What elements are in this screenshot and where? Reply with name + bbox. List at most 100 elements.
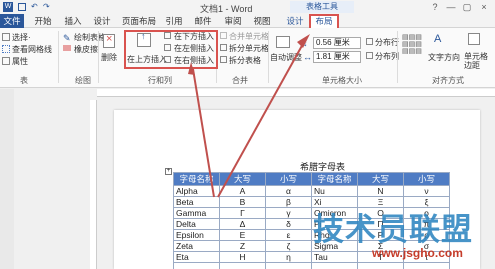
properties-button[interactable]: 属性 [12,56,28,67]
table-cell[interactable]: Γ [219,207,266,219]
table-cell[interactable]: Gamma [173,207,220,219]
table-cell[interactable]: A [219,185,266,197]
tab-design[interactable]: 设计 [89,14,115,28]
table-cell[interactable]: Δ [219,218,266,230]
table-cell[interactable]: B [219,196,266,208]
table-cell[interactable]: δ [265,218,312,230]
tab-review[interactable]: 审阅 [220,14,246,28]
tab-insert[interactable]: 插入 [60,14,86,28]
table-cell[interactable]: β [265,196,312,208]
view-gridlines-button[interactable]: 查看网格线 [12,44,52,55]
table-cell[interactable]: Tau [311,251,358,263]
distribute-cols-icon [366,52,373,59]
ribbon: 选择· 查看网格线 属性 表 ✎ 绘制表格 橡皮擦 绘图 × 删除 ↑ 在上方插… [0,28,495,88]
table-cell[interactable]: Z [219,240,266,252]
tab-mailings[interactable]: 邮件 [190,14,216,28]
word-logo-icon: W [3,2,13,12]
table-row [173,262,450,269]
table-tools-label: 表格工具 [290,1,354,13]
horizontal-ruler[interactable] [97,89,495,97]
alignment-grid-icon[interactable]: ▤▤▤ ▤▤▤ ▤▤▤ [402,34,426,56]
col-width-field[interactable]: 1.81 厘米 [313,51,361,63]
redo-icon[interactable]: ↷ [43,2,50,11]
split-cells-icon [220,44,227,51]
group-label-merge: 合并 [232,76,248,85]
split-cells-button[interactable]: 拆分单元格 [229,43,269,54]
autofit-button[interactable]: 自动调整 [270,52,302,63]
tab-table-design[interactable]: 设计 [282,14,308,28]
ribbon-separator [98,31,99,83]
table-cell[interactable]: Beta [173,196,220,208]
table-cell[interactable] [173,262,220,269]
row-height-field[interactable]: 0.56 厘米 [313,37,361,49]
tab-view[interactable]: 视图 [249,14,275,28]
group-label-rows-cols: 行和列 [148,76,172,85]
table-cell[interactable] [265,262,312,269]
merge-cells-icon [220,32,227,39]
tab-references[interactable]: 引用 [161,14,187,28]
table-cell[interactable]: ζ [265,240,312,252]
word-window: W ↶ ↷ 文档1 - Word 表格工具 ? — ▢ × 文件 开始 插入 设… [0,0,495,269]
table-cell[interactable] [357,262,404,269]
cell-margins-icon [468,33,480,45]
table-header-cell[interactable]: 字母名称 [173,172,220,186]
table-cell[interactable] [403,262,450,269]
autofit-icon [276,36,290,48]
delete-button[interactable]: 删除 [101,52,117,63]
table-cell[interactable] [219,262,266,269]
table-header-cell[interactable]: 大写 [219,172,266,186]
vertical-ruler[interactable] [90,100,97,269]
tab-table-layout[interactable]: 布局 [309,14,339,28]
table-header-cell[interactable]: 字母名称 [311,172,358,186]
split-table-button[interactable]: 拆分表格 [229,55,261,66]
table-row: Alpha Aα Nu Nν [173,185,450,197]
table-cell[interactable]: η [265,251,312,263]
table-cell[interactable]: Eta [173,251,220,263]
table-cell[interactable]: N [357,185,404,197]
group-label-table: 表 [20,76,28,85]
save-icon[interactable] [18,3,26,11]
select-button[interactable]: 选择· [12,32,31,43]
table-cell[interactable]: H [219,251,266,263]
minimize-button[interactable]: — [444,1,458,13]
select-icon [2,33,10,41]
table-header-cell[interactable]: 小写 [403,172,450,186]
table-cell[interactable]: Alpha [173,185,220,197]
distribute-rows-button[interactable]: 分布行 [375,37,399,48]
table-cell[interactable]: E [219,229,266,241]
close-button[interactable]: × [477,1,491,13]
table-cell[interactable]: α [265,185,312,197]
table-header-cell[interactable]: 大写 [357,172,404,186]
text-direction-icon: A [434,33,442,45]
help-button[interactable]: ? [428,1,442,13]
table-cell[interactable]: ε [265,229,312,241]
cell-margins-button[interactable]: 单元格边距 [464,52,494,70]
distribute-cols-button[interactable]: 分布列 [375,51,399,62]
tab-file[interactable]: 文件 [0,14,24,28]
table-cell[interactable]: ν [403,185,450,197]
ribbon-separator [397,31,398,83]
watermark-url: www.jsgho.com [372,246,463,260]
text-direction-button[interactable]: 文字方向 [428,52,460,63]
table-cell[interactable]: Delta [173,218,220,230]
undo-icon[interactable]: ↶ [31,2,38,11]
table-cell[interactable] [311,262,358,269]
table-cell[interactable]: γ [265,207,312,219]
quick-access-toolbar[interactable]: W ↶ ↷ [3,2,63,12]
eraser-button[interactable]: 橡皮擦 [74,44,98,55]
group-label-align: 对齐方式 [432,76,464,85]
merge-cells-button[interactable]: 合并单元格 [229,31,269,42]
table-cell[interactable]: Zeta [173,240,220,252]
table-cell[interactable]: Epsilon [173,229,220,241]
tab-page-layout[interactable]: 页面布局 [120,14,158,28]
table-header-cell[interactable]: 小写 [265,172,312,186]
navigation-pane [0,89,14,269]
delete-table-icon: × [103,33,115,48]
table-cell[interactable]: Nu [311,185,358,197]
group-label-draw: 绘图 [75,76,91,85]
table-move-handle-icon[interactable]: + [165,168,172,175]
tab-home[interactable]: 开始 [30,14,56,28]
restore-button[interactable]: ▢ [460,1,474,13]
ribbon-separator [268,31,269,83]
draw-table-button[interactable]: 绘制表格 [74,32,106,43]
